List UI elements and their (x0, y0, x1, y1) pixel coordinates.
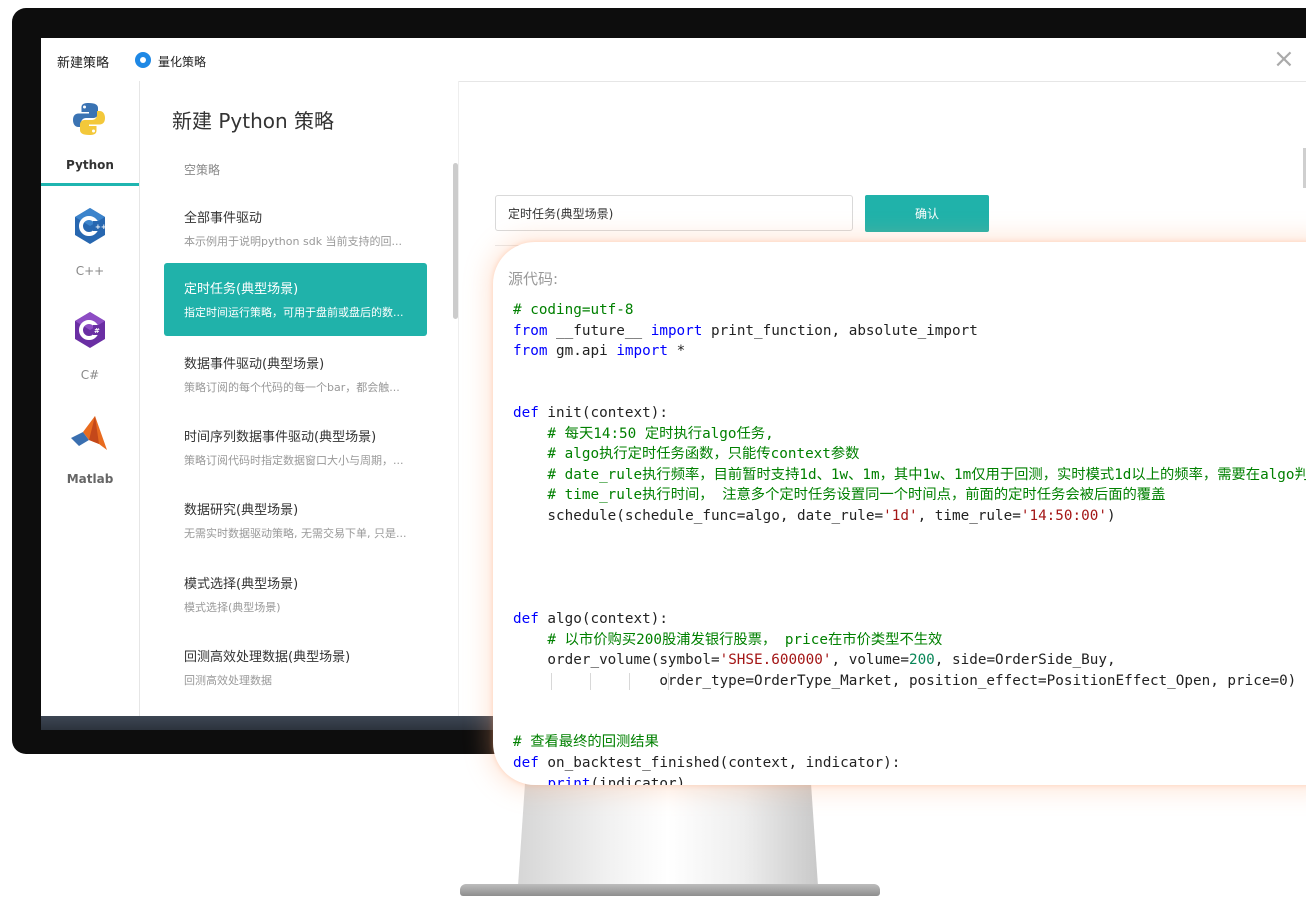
strategy-item-desc: 策略订阅代码时指定数据窗口大小与周期，... (184, 454, 404, 467)
mode-label: 量化策略 (158, 55, 207, 69)
language-tab-cpp[interactable]: ++ C++ (41, 201, 139, 311)
code-line: # coding=utf-8 (513, 302, 634, 318)
indent-guide (590, 672, 591, 690)
code-line: # 以市价购买200股浦发银行股票， price在市价类型不生效 (513, 631, 943, 648)
strategy-item[interactable]: 全部事件驱动 本示例用于说明python sdk 当前支持的回... (164, 192, 427, 265)
indent-guide (668, 672, 669, 690)
language-tab-matlab[interactable]: Matlab (41, 411, 139, 521)
strategy-list-panel: 新建 Python 策略 空策略 全部事件驱动 本示例用于说明python sd… (140, 81, 459, 730)
code-line: schedule(schedule_func=algo, date_rule='… (513, 507, 1116, 524)
source-code-card: 源代码: # coding=utf-8 from __future__ impor… (493, 242, 1306, 785)
strategy-item-title: 数据事件驱动(典型场景) (184, 357, 325, 372)
title-bar: 新建策略 量化策略 × (41, 38, 1306, 82)
code-line: def on_backtest_finished(context, indica… (513, 755, 901, 772)
strategy-item-title: 时间序列数据事件驱动(典型场景) (184, 430, 377, 445)
code-line: def init(context): (513, 404, 668, 421)
empty-strategy-option[interactable]: 空策略 (184, 161, 220, 178)
strategy-item-desc: 指定时间运行策略，可用于盘前或盘后的数... (184, 306, 404, 319)
window-title: 新建策略 (57, 56, 110, 71)
confirm-button[interactable]: 确认 (865, 195, 989, 232)
language-tab-csharp[interactable]: # C# (41, 311, 139, 411)
active-tab-indicator (41, 183, 139, 186)
strategy-item[interactable]: 回测高效处理数据(典型场景) 回测高效处理数据 (164, 631, 427, 704)
code-line: def algo(context): (513, 610, 668, 627)
source-code-block: # coding=utf-8 from __future__ import pri… (513, 300, 1306, 785)
strategy-item-desc: 策略订阅的每个代码的每一个bar，都会触... (184, 381, 400, 394)
code-line: order_type=OrderType_Market, position_ef… (513, 672, 1297, 690)
mode-radio-selected-icon[interactable] (135, 52, 151, 68)
python-logo-icon (73, 103, 105, 135)
strategy-item-desc: 回测高效处理数据 (184, 674, 272, 687)
code-line: # 每天14:50 定时执行algo任务, (513, 425, 774, 442)
csharp-logo-icon: # (75, 312, 105, 348)
code-line: from gm.api import * (513, 343, 686, 360)
strategy-item-title: 回测高效处理数据(典型场景) (184, 650, 351, 665)
language-tab-python[interactable]: Python (41, 81, 139, 185)
language-label-matlab: Matlab (66, 472, 114, 486)
language-label-cpp: C++ (75, 264, 105, 278)
strategy-item[interactable]: 模式选择(典型场景) 模式选择(典型场景) (164, 558, 427, 631)
code-line: from __future__ import print_function, a… (513, 322, 978, 339)
strategy-item-title: 模式选择(典型场景) (184, 577, 299, 592)
list-scrollbar[interactable] (453, 163, 458, 319)
strategy-item[interactable]: 数据事件驱动(典型场景) 策略订阅的每个代码的每一个bar，都会触... (164, 338, 427, 411)
language-label-csharp: C# (80, 368, 100, 382)
strategy-name-input[interactable] (495, 195, 853, 231)
strategy-item-title: 定时任务(典型场景) (184, 282, 299, 297)
strategy-item-desc: 无需实时数据驱动策略, 无需交易下单, 只是... (184, 527, 407, 540)
svg-text:#: # (94, 327, 100, 335)
strategy-item[interactable]: 数据研究(典型场景) 无需实时数据驱动策略, 无需交易下单, 只是... (164, 484, 427, 557)
close-icon[interactable]: × (1273, 46, 1295, 72)
strategy-item-title: 数据研究(典型场景) (184, 503, 299, 518)
indent-guide (551, 672, 552, 690)
strategy-item[interactable]: 时间序列数据事件驱动(典型场景) 策略订阅代码时指定数据窗口大小与周期，... (164, 411, 427, 484)
language-label-python: Python (66, 158, 114, 172)
monitor-stand-base (460, 884, 880, 896)
strategy-item-selected[interactable]: 定时任务(典型场景) 指定时间运行策略，可用于盘前或盘后的数... (164, 263, 427, 336)
matlab-logo-icon (71, 416, 107, 450)
indent-guide (629, 672, 630, 690)
code-line: # date_rule执行频率，目前暂时支持1d、1w、1m，其中1w、1m仅用… (513, 466, 1306, 483)
code-line: # time_rule执行时间， 注意多个定时任务设置同一个时间点，前面的定时任… (513, 487, 1166, 504)
code-line: print(indicator) (547, 775, 686, 785)
strategy-item-title: 全部事件驱动 (184, 211, 263, 226)
code-line: # algo执行定时任务函数，只能传context参数 (513, 446, 860, 463)
strategy-item-desc: 本示例用于说明python sdk 当前支持的回... (184, 235, 403, 248)
language-sidebar: Python ++ C++ # C# Matlab (41, 81, 140, 730)
cplusplus-logo-icon: ++ (75, 208, 107, 244)
strategy-item-desc: 模式选择(典型场景) (184, 601, 281, 614)
svg-text:++: ++ (95, 223, 107, 231)
source-code-title: 源代码: (508, 270, 559, 288)
panel-heading: 新建 Python 策略 (172, 109, 335, 133)
code-line: order_volume(symbol='SHSE.600000', volum… (513, 652, 1116, 669)
code-line: # 查看最终的回测结果 (513, 734, 659, 751)
